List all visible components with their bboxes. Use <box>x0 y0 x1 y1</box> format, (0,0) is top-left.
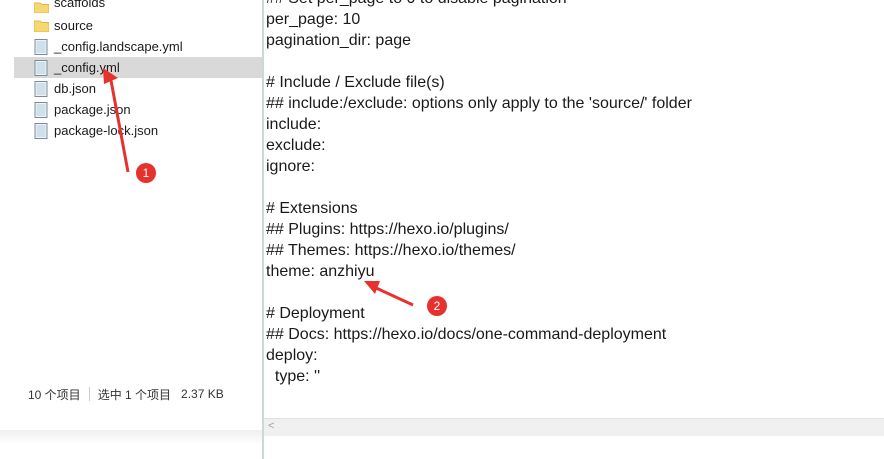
file-list: scaffolds source _config.landscape.yml _… <box>14 0 264 141</box>
file-row-source[interactable]: source <box>14 15 264 36</box>
editor-line: # Deployment <box>266 305 365 322</box>
document-icon <box>34 80 48 97</box>
text-editor[interactable]: ## Set per_page to 0 to disable paginati… <box>262 0 884 459</box>
editor-footer <box>264 436 884 459</box>
file-name: db.json <box>54 81 96 96</box>
file-row-config-landscape[interactable]: _config.landscape.yml <box>14 36 264 57</box>
folder-icon <box>33 1 50 13</box>
status-bar: 10 个项目 选中 1 个项目 2.37 KB <box>14 380 264 408</box>
editor-line: ## Docs: https://hexo.io/docs/one-comman… <box>266 326 667 343</box>
editor-line: exclude: <box>266 137 326 154</box>
scroll-left-icon[interactable]: < <box>268 420 274 432</box>
editor-line: # Include / Exclude file(s) <box>266 74 445 91</box>
editor-text-area[interactable]: ## Set per_page to 0 to disable paginati… <box>266 0 881 418</box>
file-row-db-json[interactable]: db.json <box>14 78 264 99</box>
editor-line: ## include:/exclude: options only apply … <box>266 95 692 112</box>
editor-line: include: <box>266 116 322 133</box>
editor-line: ## Plugins: https://hexo.io/plugins/ <box>266 221 509 238</box>
annotation-badge-2: 2 <box>427 296 447 316</box>
file-row-config[interactable]: _config.yml <box>14 57 264 78</box>
editor-line: type: '' <box>266 368 321 385</box>
file-explorer: scaffolds source _config.landscape.yml _… <box>14 0 265 408</box>
editor-line: deploy: <box>266 347 318 364</box>
item-count: 10 个项目 <box>28 387 81 402</box>
document-icon <box>34 38 48 55</box>
window-shadow <box>0 410 262 459</box>
file-name: source <box>54 18 94 33</box>
editor-line: theme: anzhiyu <box>266 263 375 280</box>
file-name: _config.landscape.yml <box>54 39 183 54</box>
file-row-package-lock-json[interactable]: package-lock.json <box>14 120 264 141</box>
annotation-badge-1: 1 <box>136 163 156 183</box>
file-name: package-lock.json <box>54 123 159 138</box>
file-name: package.json <box>54 102 131 117</box>
editor-line: pagination_dir: page <box>266 32 412 49</box>
file-row-scaffolds[interactable]: scaffolds <box>14 0 264 15</box>
editor-line: # Extensions <box>266 200 358 217</box>
editor-line: ignore: <box>266 158 315 175</box>
editor-line: ## Set per_page to 0 to disable paginati… <box>266 0 881 9</box>
document-icon <box>34 122 48 139</box>
horizontal-scrollbar[interactable]: < <box>264 418 884 436</box>
selection-count: 选中 1 个项目 <box>97 387 172 402</box>
editor-line: ## Themes: https://hexo.io/themes/ <box>266 242 516 259</box>
file-name: _config.yml <box>54 60 120 75</box>
file-name: scaffolds <box>54 0 106 10</box>
folder-icon <box>33 20 50 32</box>
selection-size: 2.37 KB <box>181 387 224 401</box>
document-icon <box>34 59 48 76</box>
editor-line: per_page: 10 <box>266 11 361 28</box>
document-icon <box>34 101 48 118</box>
status-divider <box>88 387 90 401</box>
file-row-package-json[interactable]: package.json <box>14 99 264 120</box>
